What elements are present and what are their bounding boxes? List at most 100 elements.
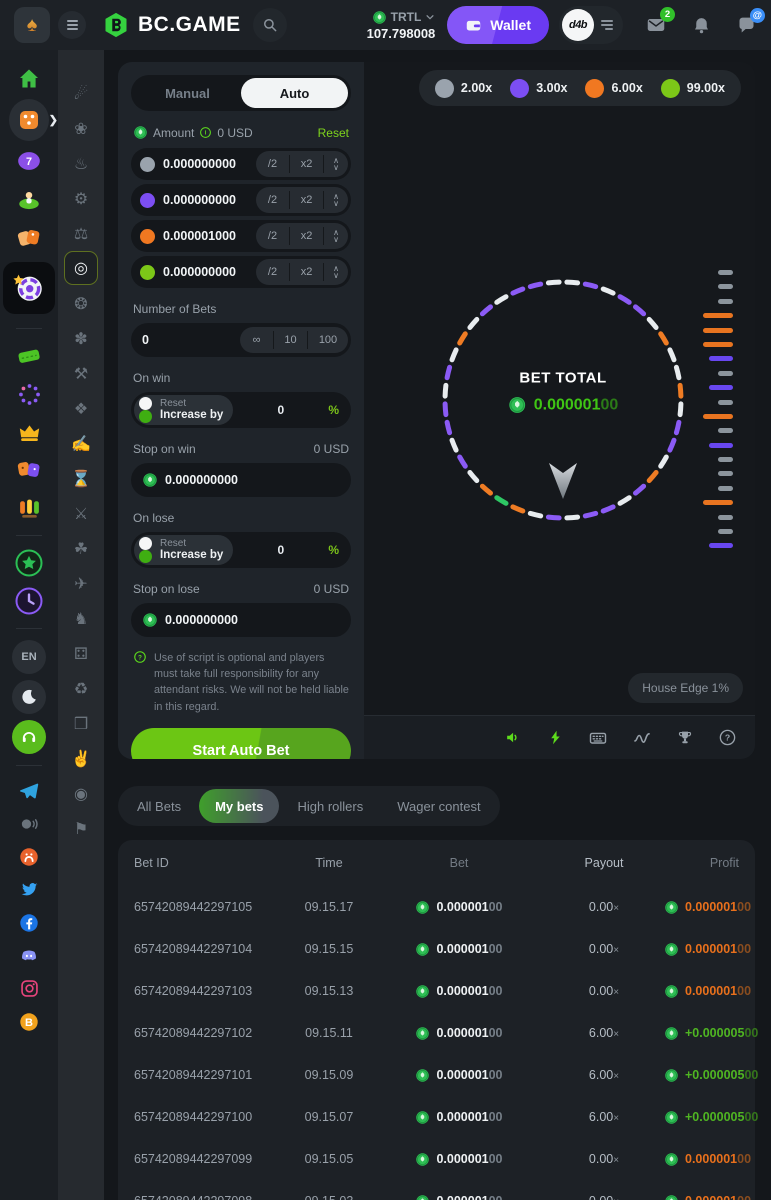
sidebar-item-wheel-game[interactable] [3,262,55,314]
multiplier-chip-3.00x[interactable]: 3.00x [510,79,567,98]
half-bet-button[interactable]: /2 [256,223,289,249]
messages-button[interactable]: 2 [645,14,667,36]
rail-game-flower[interactable]: ❀ [64,111,98,146]
bet-amount-value[interactable]: 0.000001000 [163,229,256,243]
multiplier-chip-6.00x[interactable]: 6.00x [585,79,642,98]
rail-game-diamond[interactable]: ❖ [64,391,98,426]
bet-amount-value[interactable]: 0.000000000 [163,157,256,171]
table-row[interactable]: 6574208944229710409.15.150.000001000.00×… [134,928,739,970]
bets-tab-wager-contest[interactable]: Wager contest [381,789,496,823]
table-row[interactable]: 6574208944229710109.15.090.000001006.00×… [134,1054,739,1096]
rail-game-flag[interactable]: ⚑ [64,811,98,846]
chat-button[interactable]: @ [736,15,757,36]
reset-link[interactable]: Reset [318,126,349,140]
sidebar-item-roulette-dots[interactable] [9,375,49,413]
multiplier-chip-2.00x[interactable]: 2.00x [435,79,492,98]
on-win-value[interactable]: 0 [233,403,328,417]
rail-game-hourglass[interactable]: ⌛ [64,461,98,496]
sidebar-item-masks[interactable] [9,451,49,489]
on-win-toggle[interactable]: Reset Increase by [134,395,233,425]
sidebar-item-home[interactable] [9,60,49,98]
stop-on-lose-input[interactable]: 0.000000000 [131,603,351,637]
rail-game-blossom[interactable]: ✽ [64,321,98,356]
table-row[interactable]: 6574208944229710209.15.110.000001006.00×… [134,1012,739,1054]
rail-game-hotspring[interactable]: ♨ [64,146,98,181]
wallet-button[interactable]: Wallet [447,6,549,44]
preset-infinity-button[interactable]: ∞ [240,327,273,353]
on-lose-toggle[interactable]: Reset Increase by [134,535,233,565]
table-row[interactable]: 6574208944229709909.15.050.000001000.00×… [134,1138,739,1180]
rail-game-writing[interactable]: ✍ [64,426,98,461]
theme-toggle-button[interactable] [12,680,46,714]
social-link-github[interactable] [14,842,44,872]
rail-game-die[interactable]: ⚃ [64,636,98,671]
notifications-button[interactable] [691,15,712,36]
preset-10-button[interactable]: 10 [274,327,307,353]
support-button[interactable] [12,720,46,754]
social-link-telegram[interactable] [14,776,44,806]
double-bet-button[interactable]: x2 [290,187,323,213]
sidebar-item-jackpot[interactable] [9,489,49,527]
table-row[interactable]: 6574208944229710309.15.130.000001000.00×… [134,970,739,1012]
brand-logo[interactable]: BC.GAME [102,11,241,39]
keyboard-icon[interactable] [588,728,608,748]
social-link-discord[interactable] [14,941,44,971]
social-link-forum[interactable] [14,809,44,839]
social-link-bitcoin[interactable]: B [14,1007,44,1037]
sidebar-item-crown[interactable] [9,413,49,451]
trophy-icon[interactable] [676,729,694,747]
sidebar-item-clock-badge[interactable] [9,582,49,620]
amount-stepper[interactable]: ∧∨ [324,187,348,213]
rail-game-sunburst[interactable]: ❂ [64,286,98,321]
promo-menu[interactable]: d4b [559,6,623,44]
lightning-icon[interactable] [547,729,564,746]
trend-icon[interactable] [632,728,652,748]
speaker-icon[interactable] [504,728,523,747]
social-link-instagram[interactable] [14,974,44,1004]
double-bet-button[interactable]: x2 [290,223,323,249]
language-button[interactable]: EN [12,640,46,674]
sidebar-item-star-badge[interactable] [9,544,49,582]
mode-tab-manual[interactable]: Manual [134,78,241,108]
table-row[interactable]: 6574208944229710009.15.070.000001006.00×… [134,1096,739,1138]
start-auto-bet-button[interactable]: Start Auto Bet [131,728,351,759]
amount-stepper[interactable]: ∧∨ [324,151,348,177]
help-icon[interactable]: ? [718,728,737,747]
rail-game-hammers[interactable]: ⚒ [64,356,98,391]
on-lose-value[interactable]: 0 [233,543,328,557]
rail-game-wheel[interactable]: ◎ [64,251,98,285]
amount-stepper[interactable]: ∧∨ [324,223,348,249]
bet-amount-value[interactable]: 0.000000000 [163,193,256,207]
bets-tab-high-rollers[interactable]: High rollers [281,789,379,823]
rail-game-victory[interactable]: ✌ [64,741,98,776]
mode-tab-auto[interactable]: Auto [241,78,348,108]
bet-amount-value[interactable]: 0.000000000 [163,265,256,279]
number-of-bets-input[interactable]: 0 ∞10100 [131,323,351,357]
half-bet-button[interactable]: /2 [256,151,289,177]
search-button[interactable] [253,8,287,42]
preset-100-button[interactable]: 100 [308,327,348,353]
half-bet-button[interactable]: /2 [256,259,289,285]
stop-on-win-input[interactable]: 0.000000000 [131,463,351,497]
table-row[interactable]: 6574208944229710509.15.170.000001000.00×… [134,886,739,928]
rail-game-plane[interactable]: ✈ [64,566,98,601]
table-row[interactable]: 6574208944229709809.15.030.000001000.00×… [134,1180,739,1200]
rail-game-swords[interactable]: ⚔ [64,496,98,531]
multiplier-chip-99.00x[interactable]: 99.00x [661,79,725,98]
currency-selector[interactable]: TRTL 107.798008 [367,10,436,41]
rail-game-recycle[interactable]: ♻ [64,671,98,706]
amount-stepper[interactable]: ∧∨ [324,259,348,285]
sidebar-item-sports[interactable]: 7 [9,142,49,180]
rail-game-ring[interactable]: ◉ [64,776,98,811]
sidebar-item-live-casino[interactable] [9,180,49,218]
rail-game-box[interactable]: ❒ [64,706,98,741]
double-bet-button[interactable]: x2 [290,259,323,285]
social-link-facebook[interactable] [14,908,44,938]
double-bet-button[interactable]: x2 [290,151,323,177]
sidebar-item-ticket[interactable] [9,337,49,375]
bets-tab-all-bets[interactable]: All Bets [121,789,197,823]
rail-game-scales[interactable]: ⚖ [64,216,98,251]
rail-game-comet[interactable]: ☄ [64,76,98,111]
rail-game-gear[interactable]: ⚙ [64,181,98,216]
bets-tab-my-bets[interactable]: My bets [199,789,279,823]
